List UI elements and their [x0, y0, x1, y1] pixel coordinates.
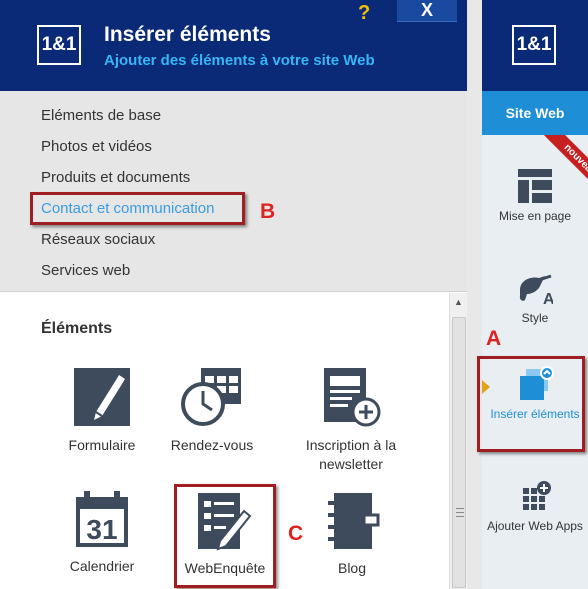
element-formulaire[interactable]: Formulaire: [47, 366, 157, 455]
calendar-day-text: 31: [86, 514, 117, 545]
element-label: Formulaire: [68, 437, 136, 453]
help-button[interactable]: ?: [358, 2, 370, 25]
sidebar-header: 1&1: [482, 0, 588, 91]
element-rendez-vous[interactable]: Rendez-vous: [157, 366, 267, 455]
panel-title: Insérer éléments: [104, 23, 271, 46]
category-products-documents[interactable]: Produits et documents: [41, 169, 190, 186]
clock-calendar-icon: [181, 368, 241, 426]
right-sidebar: 1&1 Site Web Mise en page A Style Insére…: [482, 0, 588, 589]
new-ribbon: nouveau: [530, 135, 588, 193]
category-basic-elements[interactable]: Eléments de base: [41, 107, 161, 124]
app-window: 1&1 Insérer éléments Ajouter des élément…: [0, 0, 588, 589]
panel-header: 1&1 Insérer éléments Ajouter des élément…: [0, 0, 467, 91]
site-web-tab[interactable]: Site Web: [482, 91, 588, 135]
annotation-label-c: C: [288, 522, 304, 545]
elements-scrollbar[interactable]: ▲: [449, 293, 467, 589]
category-photos-videos[interactable]: Photos et vidéos: [41, 138, 152, 155]
sidebar-item-label: Style: [521, 311, 549, 325]
close-button[interactable]: X: [397, 0, 457, 22]
annotation-box-a: [477, 356, 585, 452]
category-social-networks[interactable]: Réseaux sociaux: [41, 231, 155, 248]
pencil-icon: [74, 368, 130, 426]
new-ribbon-text: nouveau: [539, 135, 588, 193]
annotation-label-b: B: [260, 200, 276, 223]
sidebar-item-label: Ajouter Web Apps: [487, 519, 583, 533]
sidebar-item-web-apps[interactable]: Ajouter Web Apps: [482, 480, 588, 534]
add-apps-icon: [523, 481, 551, 510]
panel-gap: [467, 0, 482, 589]
notebook-icon: [328, 493, 380, 549]
element-label: Calendrier: [69, 558, 135, 574]
scroll-up-icon[interactable]: ▲: [450, 293, 467, 311]
calendar-icon: 31: [76, 491, 128, 547]
panel-subtitle: Ajouter des éléments à votre site Web: [104, 52, 375, 69]
newsletter-add-icon: [324, 368, 381, 427]
category-web-services[interactable]: Services web: [41, 262, 130, 279]
sidebar-brand-logo: 1&1: [512, 25, 556, 65]
element-blog[interactable]: Blog: [297, 491, 407, 578]
element-newsletter[interactable]: Inscription à la newsletter: [295, 366, 407, 474]
annotation-box-c: [174, 484, 276, 588]
brush-style-icon: A: [519, 274, 553, 306]
svg-text:A: A: [543, 291, 553, 306]
elements-heading: Éléments: [41, 320, 113, 337]
scroll-thumb[interactable]: [452, 317, 466, 588]
brand-logo: 1&1: [37, 25, 81, 65]
annotation-box-b: [30, 192, 245, 225]
element-label: Blog: [337, 560, 367, 576]
annotation-label-a: A: [486, 327, 502, 350]
sidebar-item-style[interactable]: A Style: [482, 274, 588, 326]
element-label: Rendez-vous: [170, 437, 254, 453]
grip-icon: [456, 508, 464, 517]
sidebar-item-label: Mise en page: [498, 209, 572, 223]
element-label: Inscription à la newsletter: [305, 437, 397, 472]
element-calendrier[interactable]: 31 Calendrier: [47, 491, 157, 576]
